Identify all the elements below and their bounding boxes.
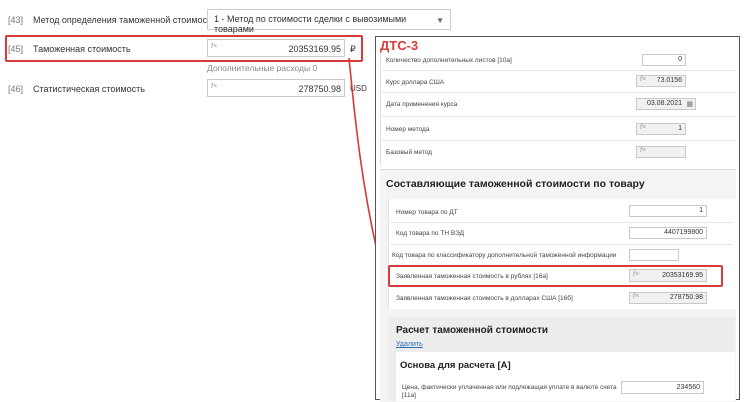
formula-icon: f×	[640, 76, 647, 83]
rate-date-field[interactable]: 03.08.2021 ▦	[636, 98, 696, 110]
row-divider	[382, 140, 736, 141]
invoice-price-label: Цена, фактически уплаченная или подлежащ…	[402, 384, 617, 391]
hs-code-value: 4407199800	[664, 229, 703, 236]
additional-info-code-label: Код товара по классификатору дополнитель…	[392, 252, 617, 259]
item-number-value: 1	[699, 207, 703, 214]
formula-icon: f×	[640, 147, 647, 154]
additional-sheets-label: Количество дополнительных листов [10а]	[386, 57, 512, 64]
declared-rub-field[interactable]: f× 20353169.95	[629, 269, 707, 282]
usd-rate-field[interactable]: f× 73.0156	[636, 75, 686, 87]
row-divider	[382, 92, 736, 93]
delete-link[interactable]: Удалить	[396, 341, 423, 348]
base-method-label: Базовый метод	[386, 149, 432, 156]
declared-rub-value: 20353169.95	[662, 272, 703, 279]
invoice-price-label-code: [11а]	[402, 392, 416, 399]
base-method-field[interactable]: f×	[636, 146, 686, 158]
declared-usd-field[interactable]: f× 278750.98	[629, 292, 707, 304]
components-section-title: Составляющие таможенной стоимости по тов…	[386, 178, 645, 190]
row-divider	[390, 222, 733, 223]
formula-icon: f×	[633, 293, 640, 300]
row-divider	[382, 70, 736, 71]
dts3-title: ДТС-3	[380, 38, 419, 53]
item-number-field[interactable]: 1	[629, 205, 707, 217]
additional-info-code-field[interactable]	[629, 249, 679, 261]
calculation-basis-title: Основа для расчета [А]	[400, 360, 511, 371]
row-divider	[390, 244, 733, 245]
method-number-value: 1	[678, 125, 682, 132]
rate-date-value: 03.08.2021	[646, 100, 682, 107]
hs-code-field[interactable]: 4407199800	[629, 227, 707, 239]
additional-sheets-value: 0	[678, 56, 682, 63]
declared-usd-label: Заявленная таможенная стоимость в доллар…	[396, 295, 573, 302]
invoice-price-value: 234560	[676, 384, 700, 391]
formula-icon: f×	[633, 271, 640, 278]
item-number-label: Номер товара по ДТ	[396, 209, 458, 216]
calculation-section-title: Расчет таможенной стоимости	[396, 325, 549, 336]
additional-sheets-field[interactable]: 0	[642, 54, 686, 66]
dts3-panel: ДТС-3 Количество дополнительных листов […	[375, 36, 740, 402]
rate-date-label: Дата применения курса	[386, 101, 458, 108]
declared-usd-value: 278750.98	[669, 294, 703, 301]
usd-rate-value: 73.0156	[656, 77, 682, 84]
formula-icon: f×	[640, 124, 647, 131]
invoice-price-field[interactable]: 234560	[621, 381, 704, 394]
calendar-icon: ▦	[686, 101, 693, 108]
usd-rate-label: Курс доллара США	[386, 79, 445, 86]
method-number-field[interactable]: f× 1	[636, 123, 686, 135]
declared-rub-label: Заявленная таможенная стоимость в рублях…	[396, 273, 548, 280]
row-divider	[382, 116, 736, 117]
method-number-label: Номер метода	[386, 126, 430, 133]
hs-code-label: Код товара по ТН ВЭД	[396, 230, 465, 237]
